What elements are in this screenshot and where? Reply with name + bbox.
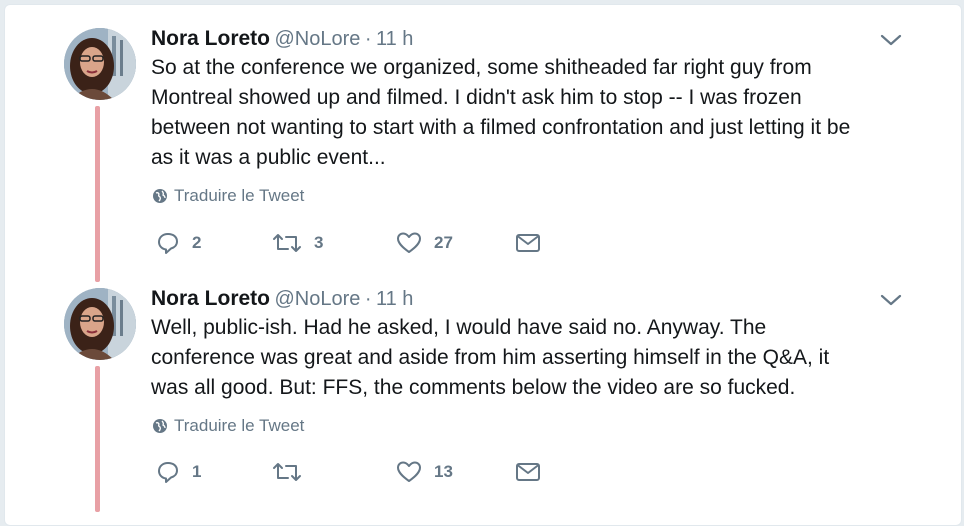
translate-link[interactable]: Traduire le Tweet [152,185,304,207]
heart-icon [397,461,421,482]
retweet-button[interactable] [272,458,314,486]
globe-icon [153,189,167,203]
thread-line [95,366,100,512]
reply-icon [158,233,178,254]
avatar-image [64,28,136,100]
tweet-text: Well, public-ish. Had he asked, I would … [151,313,931,403]
tweet-text: So at the conference we organized, some … [151,53,931,173]
globe-icon [153,419,167,433]
translate-label: Traduire le Tweet [174,416,305,435]
tweet-text-line: conference was great and aside from him … [151,346,830,369]
like-count: 13 [434,462,453,481]
retweet-icon [273,463,301,481]
author-handle[interactable]: @NoLore [274,28,360,50]
tweet-header: Nora Loreto @NoLore · 11 h [151,27,413,53]
author-name[interactable]: Nora Loreto [151,287,270,310]
tweet-text-line: So at the conference we organized, some … [151,56,812,79]
thread-line [95,106,100,282]
envelope-icon [516,463,540,481]
reply-button[interactable]: 2 [156,229,201,257]
retweet-button[interactable]: 3 [272,229,323,257]
like-count: 27 [434,233,453,252]
direct-message-button[interactable] [514,458,542,486]
reply-icon [158,462,178,483]
reply-count: 2 [192,233,202,252]
tweet-text-line: Montreal showed up and filmed. I didn't … [151,86,802,109]
separator: · [364,28,372,50]
tweet-actions: 2 3 27 [156,229,556,257]
retweet-count: 3 [314,233,324,252]
timestamp[interactable]: 11 h [376,28,413,50]
avatar-image [64,288,136,360]
avatar[interactable] [64,28,136,100]
avatar[interactable] [64,288,136,360]
translate-label: Traduire le Tweet [174,186,305,205]
tweet-text-line: between not wanting to start with a film… [151,116,851,139]
author-name[interactable]: Nora Loreto [151,27,270,50]
retweet-icon [273,234,301,252]
tweet-actions: 1 13 [156,458,556,486]
like-button[interactable]: 27 [396,229,453,257]
tweet-header: Nora Loreto @NoLore · 11 h [151,287,413,313]
tweet-text-line: Well, public-ish. Had he asked, I would … [151,316,767,339]
timestamp[interactable]: 11 h [376,288,413,310]
author-handle[interactable]: @NoLore [274,288,360,310]
chevron-down-icon[interactable] [878,290,904,310]
chevron-down-icon[interactable] [878,30,904,50]
reply-button[interactable]: 1 [156,458,201,486]
tweet-text-line: was all good. But: FFS, the comments bel… [151,376,796,399]
reply-count: 1 [192,462,202,481]
heart-icon [397,232,421,253]
separator: · [364,288,372,310]
like-button[interactable]: 13 [396,458,453,486]
envelope-icon [516,234,540,252]
direct-message-button[interactable] [514,229,542,257]
translate-link[interactable]: Traduire le Tweet [152,415,304,437]
tweet-text-line: as it was a public event... [151,146,386,169]
